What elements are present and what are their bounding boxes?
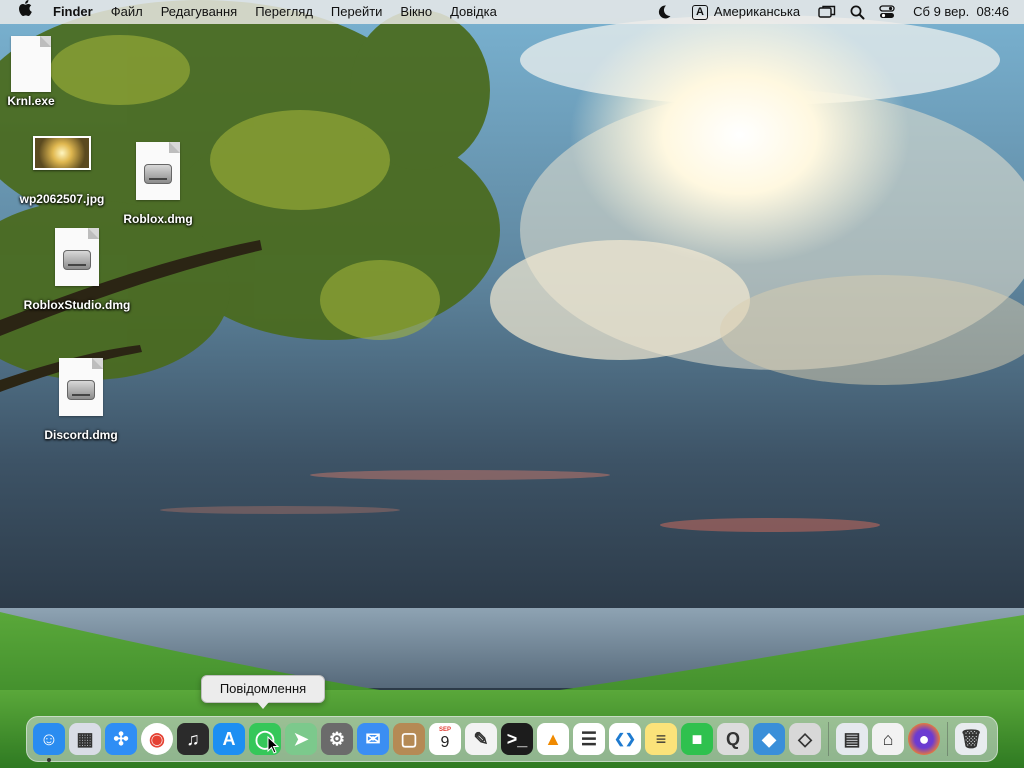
- dock-app-glyph: ✣: [113, 728, 129, 749]
- menu-file[interactable]: Файл: [102, 0, 152, 24]
- facetime-icon[interactable]: ■: [681, 723, 713, 755]
- safari-icon[interactable]: ✣: [105, 723, 137, 755]
- notes-brown-icon[interactable]: ▢: [393, 723, 425, 755]
- input-source-menu[interactable]: A Американська: [685, 0, 807, 24]
- image-thumbnail-icon: [33, 136, 91, 170]
- desktop-icon-wallpaper-image[interactable]: wp2062507.jpg: [10, 136, 114, 206]
- input-source-badge: A: [691, 4, 708, 20]
- desktop-icon-label: RobloxStudio.dmg: [23, 298, 131, 312]
- desktop-icon-krnl[interactable]: Krnl.exe: [4, 36, 58, 108]
- menu-view[interactable]: Перегляд: [246, 0, 322, 24]
- desktop-icon-discord-dmg[interactable]: Discord.dmg: [36, 358, 126, 442]
- firefox-icon[interactable]: ●: [908, 723, 940, 755]
- menu-finder[interactable]: Finder: [44, 0, 102, 24]
- document-icon: [11, 36, 51, 92]
- trash-icon[interactable]: 🗑: [955, 723, 987, 755]
- menu-window[interactable]: Вікно: [391, 0, 441, 24]
- maps-icon[interactable]: ➤: [285, 723, 317, 755]
- dock-app-glyph: ♫: [186, 728, 200, 749]
- menu-bar: Finder Файл Редагування Перегляд Перейти…: [0, 0, 1024, 24]
- disk-image-icon: [55, 228, 99, 286]
- dock-app-glyph: ⚙: [328, 728, 346, 749]
- running-indicator-dot: [47, 758, 51, 762]
- desktop-wallpaper: [0, 0, 1024, 768]
- notes-icon[interactable]: ≡: [645, 723, 677, 755]
- menu-go[interactable]: Перейти: [322, 0, 392, 24]
- desktop-icon-label: Discord.dmg: [44, 428, 118, 442]
- roblox-studio-icon[interactable]: ◆: [753, 723, 785, 755]
- mouse-cursor: [267, 736, 279, 754]
- dock-app-glyph: ▢: [400, 728, 418, 749]
- dock-tooltip: Повідомлення: [201, 675, 325, 709]
- dock-app-glyph: ●: [918, 728, 930, 749]
- terminal-icon[interactable]: >_: [501, 723, 533, 755]
- automator-icon[interactable]: ⌂: [872, 723, 904, 755]
- menu-clock[interactable]: Сб 9 вер. 08:46: [906, 0, 1016, 24]
- dock-separator: [828, 722, 829, 756]
- reminders-icon[interactable]: ☰: [573, 723, 605, 755]
- dock-app-glyph: ■: [691, 728, 703, 749]
- dock: ☺ ▦ ✣ ◉ ♫ A ◯ ➤ ⚙ ✉ ▢ SEP 9 ✎ >_ ▲ ☰ ❮❯ ≡ ■ Q ◆ ◇ ▤ ⌂ ● 🗑: [26, 716, 998, 762]
- vlc-icon[interactable]: ▲: [537, 723, 569, 755]
- dock-app-glyph: ▦: [76, 728, 94, 749]
- dock-app-glyph: ⌂: [882, 728, 894, 749]
- menu-edit[interactable]: Редагування: [152, 0, 247, 24]
- dock-app-glyph: ✉: [365, 728, 381, 749]
- dock-app-glyph: ◆: [762, 728, 776, 749]
- dock-app-glyph: ❮❯: [614, 731, 636, 746]
- textedit-icon[interactable]: ✎: [465, 723, 497, 755]
- desktop-icon-label: Krnl.exe: [7, 94, 55, 108]
- dock-app-glyph: Q: [725, 728, 740, 749]
- dark-mode-moon-icon[interactable]: [649, 0, 679, 24]
- dock-app-glyph: >_: [506, 728, 528, 749]
- disk-image-icon: [59, 358, 103, 416]
- calendar-icon[interactable]: SEP 9: [429, 723, 461, 755]
- desktop-icon-label: wp2062507.jpg: [19, 192, 105, 206]
- input-source-label: Американська: [713, 4, 801, 19]
- launchpad-icon[interactable]: ▦: [69, 723, 101, 755]
- vscode-icon[interactable]: ❮❯: [609, 723, 641, 755]
- desktop-icon-robloxstudio-dmg[interactable]: RobloxStudio.dmg: [16, 228, 138, 312]
- spotlight-search-icon[interactable]: [843, 0, 872, 24]
- dock-separator: [947, 722, 948, 756]
- app-store-icon[interactable]: A: [213, 723, 245, 755]
- quicktime-icon[interactable]: Q: [717, 723, 749, 755]
- dock-app-glyph: ◉: [149, 728, 165, 749]
- calendar-month-label: SEP: [438, 727, 451, 733]
- chrome-icon[interactable]: ◉: [141, 723, 173, 755]
- dock-app-glyph: ✎: [473, 728, 489, 749]
- garageband-icon[interactable]: ♫: [177, 723, 209, 755]
- desktop-icon-roblox-dmg[interactable]: Roblox.dmg: [120, 142, 196, 226]
- dock-app-glyph: ▲: [544, 728, 562, 749]
- calendar-day-label: 9: [440, 734, 450, 751]
- roblox-icon[interactable]: ◇: [789, 723, 821, 755]
- dock-app-glyph: 🗑: [959, 728, 983, 749]
- screen-mirroring-icon[interactable]: [811, 0, 843, 24]
- apple-menu-icon[interactable]: [0, 0, 44, 24]
- dock-app-glyph: ☺: [39, 728, 59, 749]
- system-preferences-icon[interactable]: ⚙: [321, 723, 353, 755]
- disk-image-icon: [136, 142, 180, 200]
- dock-app-glyph: ▤: [843, 728, 861, 749]
- dock-app-glyph: ☰: [580, 728, 598, 749]
- dock-app-glyph: ◇: [798, 728, 812, 749]
- control-center-icon[interactable]: [872, 0, 902, 24]
- menu-help[interactable]: Довідка: [441, 0, 506, 24]
- dock-app-glyph: A: [222, 728, 236, 749]
- dock-app-glyph: ≡: [655, 728, 667, 749]
- mail-icon[interactable]: ✉: [357, 723, 389, 755]
- preview-icon[interactable]: ▤: [836, 723, 868, 755]
- desktop-icon-label: Roblox.dmg: [123, 212, 193, 226]
- dock-app-glyph: ➤: [293, 728, 309, 749]
- finder-icon[interactable]: ☺: [33, 723, 65, 762]
